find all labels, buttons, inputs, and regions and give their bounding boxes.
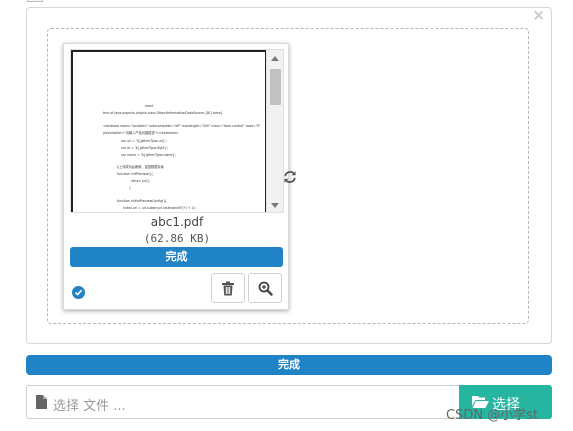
pdf-text-line: var id = '${gthmlType.Byld}'; bbox=[121, 146, 168, 150]
file-input-placeholder: 选择 文件 ... bbox=[53, 399, 126, 414]
trash-icon bbox=[222, 281, 234, 296]
scroll-thumb[interactable] bbox=[270, 69, 281, 105]
top-collapsed-handle bbox=[27, 0, 43, 2]
zoom-in-icon bbox=[258, 281, 273, 296]
scroll-down-icon[interactable] bbox=[271, 203, 279, 208]
pdf-text-line: initial.url = url.substr(url.lastIndexOf… bbox=[123, 206, 196, 210]
file-preview-card: ment tmd of java.projects.origins.class.O… bbox=[63, 43, 289, 310]
file-drop-zone[interactable]: ment tmd of java.projects.origins.class.O… bbox=[47, 28, 529, 324]
close-icon[interactable]: × bbox=[532, 8, 545, 23]
pdf-text-line: var name = '${gthmlType.name}'; bbox=[121, 153, 176, 157]
csdn-watermark: CSDN @小学st bbox=[446, 408, 539, 423]
pdf-text-line: placeholder="请输入产品问题描述"></textarea> bbox=[103, 130, 179, 135]
pdf-text-line: } bbox=[129, 186, 131, 190]
pdf-text-line: function initialPreviewConfig(){ bbox=[117, 199, 167, 203]
file-icon bbox=[36, 395, 47, 409]
pdf-preview-frame[interactable]: ment tmd of java.projects.origins.class.O… bbox=[70, 49, 284, 213]
delete-file-button[interactable] bbox=[211, 273, 245, 303]
scroll-up-icon[interactable] bbox=[271, 56, 279, 61]
file-caption-input[interactable]: 选择 文件 ... bbox=[26, 385, 459, 419]
file-size: (62.86 KB) bbox=[143, 232, 211, 245]
file-done-progress-bar: 完成 bbox=[70, 247, 283, 267]
check-circle-icon bbox=[72, 286, 85, 299]
pdf-text-line: //上传成功后刷新，返回数据对象 bbox=[117, 164, 165, 169]
pdf-text-line: <textarea name="problem" autocomplete="o… bbox=[103, 124, 261, 128]
file-name: abc1.pdf bbox=[150, 215, 204, 229]
pdf-page-content: ment tmd of java.projects.origins.class.O… bbox=[103, 104, 261, 210]
preview-scrollbar[interactable] bbox=[266, 50, 283, 212]
zoom-preview-button[interactable] bbox=[248, 273, 282, 303]
pdf-page: ment tmd of java.projects.origins.class.O… bbox=[71, 50, 267, 212]
file-upload-panel: × ment tmd of java.projects.origins.class… bbox=[26, 7, 552, 344]
pdf-text-line: ment bbox=[145, 104, 154, 108]
pdf-text-line: var url = '${gthmlType.url}'; bbox=[121, 139, 167, 143]
pdf-text-line: function initPreview(){ bbox=[117, 172, 153, 176]
pdf-text-line: tmd of java.projects.origins.class.Objec… bbox=[103, 111, 223, 115]
pdf-text-line: return [url]; bbox=[131, 179, 150, 183]
refresh-icon[interactable] bbox=[283, 170, 297, 184]
upload-done-progress-bar: 完成 bbox=[26, 355, 552, 375]
